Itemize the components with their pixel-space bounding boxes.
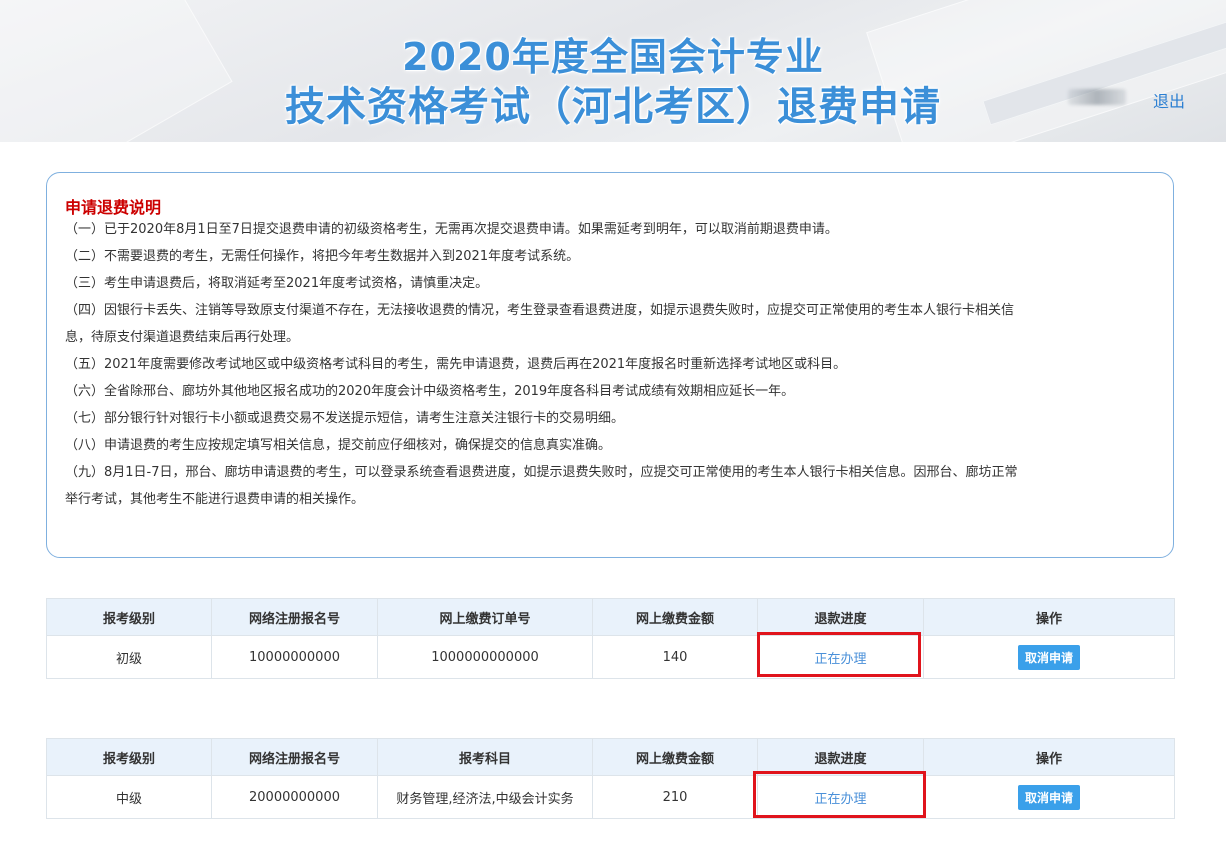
table-header-row: 报考级别 网络注册报名号 网上缴费订单号 网上缴费金额 退款进度 操作 (46, 598, 1175, 636)
cell-amount: 140 (592, 635, 758, 679)
notice-item: （四）因银行卡丢失、注销等导致原支付渠道不存在，无法接收退费的情况，考生登录查看… (65, 303, 1015, 318)
notice-item-continuation: 举行考试，其他考生不能进行退费申请的相关操作。 (65, 492, 365, 507)
notice-item: （二）不需要退费的考生，无需任何操作，将把今年考生数据并入到2021年度考试系统… (65, 249, 580, 264)
cell-progress: 正在办理 (757, 635, 924, 679)
col-header-order-no: 网上缴费订单号 (377, 598, 593, 636)
col-header-level: 报考级别 (46, 598, 212, 636)
col-header-amount: 网上缴费金额 (592, 738, 758, 776)
refund-progress-link[interactable]: 正在办理 (814, 652, 866, 667)
table-header-row: 报考级别 网络注册报名号 报考科目 网上缴费金额 退款进度 操作 (46, 738, 1175, 776)
col-header-progress: 退款进度 (757, 598, 924, 636)
col-header-action: 操作 (923, 738, 1175, 776)
table-row: 中级 20000000000 财务管理,经济法,中级会计实务 210 正在办理 … (46, 775, 1175, 819)
col-header-subjects: 报考科目 (377, 738, 593, 776)
refund-progress-link[interactable]: 正在办理 (814, 792, 866, 807)
cell-subjects: 财务管理,经济法,中级会计实务 (377, 775, 593, 819)
cell-amount: 210 (592, 775, 758, 819)
notice-item: （八）申请退费的考生应按规定填写相关信息，提交前应仔细核对，确保提交的信息真实准… (65, 438, 612, 453)
cell-reg-no: 20000000000 (211, 775, 378, 819)
cell-order-no: 1000000000000 (377, 635, 593, 679)
notice-item: （六）全省除邢台、廊坊外其他地区报名成功的2020年度会计中级资格考生，2019… (65, 384, 795, 399)
refund-table-intermediate: 报考级别 网络注册报名号 报考科目 网上缴费金额 退款进度 操作 中级 2000… (46, 738, 1175, 819)
logout-link[interactable]: 退出 (1153, 88, 1185, 112)
page-title-line1: 2020年度全国会计专业 (402, 35, 824, 79)
col-header-level: 报考级别 (46, 738, 212, 776)
cancel-application-button[interactable]: 取消申请 (1017, 644, 1080, 670)
table-row: 初级 10000000000 1000000000000 140 正在办理 取消… (46, 635, 1175, 679)
cell-level: 中级 (46, 775, 212, 819)
notice-item-continuation: 息，待原支付渠道退费结束后再行处理。 (65, 330, 300, 345)
blurred-username (1068, 89, 1126, 105)
col-header-reg-no: 网络注册报名号 (211, 738, 378, 776)
cell-action: 取消申请 (923, 635, 1175, 679)
cell-progress: 正在办理 (757, 775, 924, 819)
cell-level: 初级 (46, 635, 212, 679)
notice-item: （三）考生申请退费后，将取消延考至2021年度考试资格，请慎重决定。 (65, 276, 489, 291)
notice-item: （五）2021年度需要修改考试地区或中级资格考试科目的考生，需先申请退费，退费后… (65, 357, 847, 372)
col-header-reg-no: 网络注册报名号 (211, 598, 378, 636)
cancel-application-button[interactable]: 取消申请 (1017, 784, 1080, 810)
notice-item: （七）部分银行针对银行卡小额或退费交易不发送提示短信，请考生注意关注银行卡的交易… (65, 411, 625, 426)
col-header-amount: 网上缴费金额 (592, 598, 758, 636)
cell-action: 取消申请 (923, 775, 1175, 819)
notice-item: （一）已于2020年8月1日至7日提交退费申请的初级资格考生，无需再次提交退费申… (65, 222, 838, 237)
notice-body: （一）已于2020年8月1日至7日提交退费申请的初级资格考生，无需再次提交退费申… (65, 216, 1160, 513)
notice-item: （九）8月1日-7日，邢台、廊坊申请退费的考生，可以登录系统查看退费进度，如提示… (65, 465, 1018, 480)
notice-title: 申请退费说明 (65, 198, 162, 217)
col-header-progress: 退款进度 (757, 738, 924, 776)
col-header-action: 操作 (923, 598, 1175, 636)
cell-reg-no: 10000000000 (211, 635, 378, 679)
refund-table-junior: 报考级别 网络注册报名号 网上缴费订单号 网上缴费金额 退款进度 操作 初级 1… (46, 598, 1175, 679)
page-title-line2: 技术资格考试（河北考区）退费申请 (285, 84, 941, 130)
page-header: 2020年度全国会计专业 技术资格考试（河北考区）退费申请 退出 (0, 0, 1226, 142)
